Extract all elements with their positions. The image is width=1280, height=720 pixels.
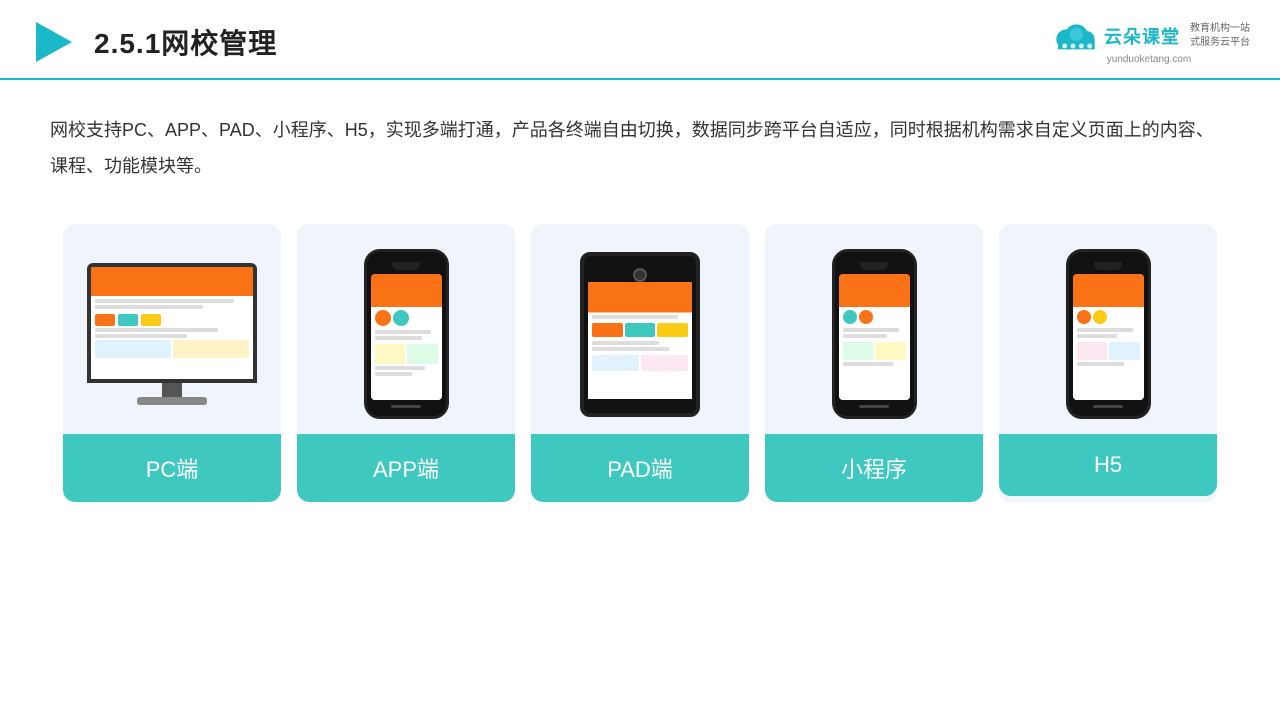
phone-device-h5 (1066, 249, 1151, 419)
phone-device-mini (832, 249, 917, 419)
card-miniprogram-label: 小程序 (765, 434, 983, 502)
card-pad-label: PAD端 (531, 434, 749, 502)
card-pc-image (63, 224, 281, 434)
card-app-image (297, 224, 515, 434)
phone-device-app (364, 249, 449, 419)
logo-area: 云朵课堂 教育机构一站 式服务云平台 yunduoketang.com (1048, 19, 1250, 65)
cards-container: PC端 (0, 204, 1280, 532)
page-header: 2.5.1网校管理 云朵课堂 教育机构一站 式服务云平台 (0, 0, 1280, 80)
card-pad: PAD端 (531, 224, 749, 502)
logo-url: yunduoketang.com (1107, 54, 1192, 65)
card-miniprogram-image (765, 224, 983, 434)
card-h5-label: H5 (999, 434, 1217, 496)
logo-cloud: 云朵课堂 教育机构一站 式服务云平台 (1048, 19, 1250, 53)
card-h5: H5 (999, 224, 1217, 502)
card-miniprogram: 小程序 (765, 224, 983, 502)
card-pad-image (531, 224, 749, 434)
card-app: APP端 (297, 224, 515, 502)
logo-name: 云朵课堂 (1104, 23, 1180, 49)
card-pc-label: PC端 (63, 434, 281, 502)
card-app-label: APP端 (297, 434, 515, 502)
description-text: 网校支持PC、APP、PAD、小程序、H5，实现多端打通，产品各终端自由切换，数… (0, 80, 1280, 204)
card-h5-image (999, 224, 1217, 434)
tablet-device (580, 252, 700, 417)
cloud-logo-icon (1048, 19, 1098, 53)
play-icon (30, 18, 78, 66)
monitor-device (87, 263, 257, 405)
description-content: 网校支持PC、APP、PAD、小程序、H5，实现多端打通，产品各终端自由切换，数… (50, 120, 1214, 176)
card-pc: PC端 (63, 224, 281, 502)
header-left: 2.5.1网校管理 (30, 18, 277, 66)
page-title: 2.5.1网校管理 (94, 22, 277, 62)
logo-slogan: 教育机构一站 式服务云平台 (1190, 22, 1250, 50)
